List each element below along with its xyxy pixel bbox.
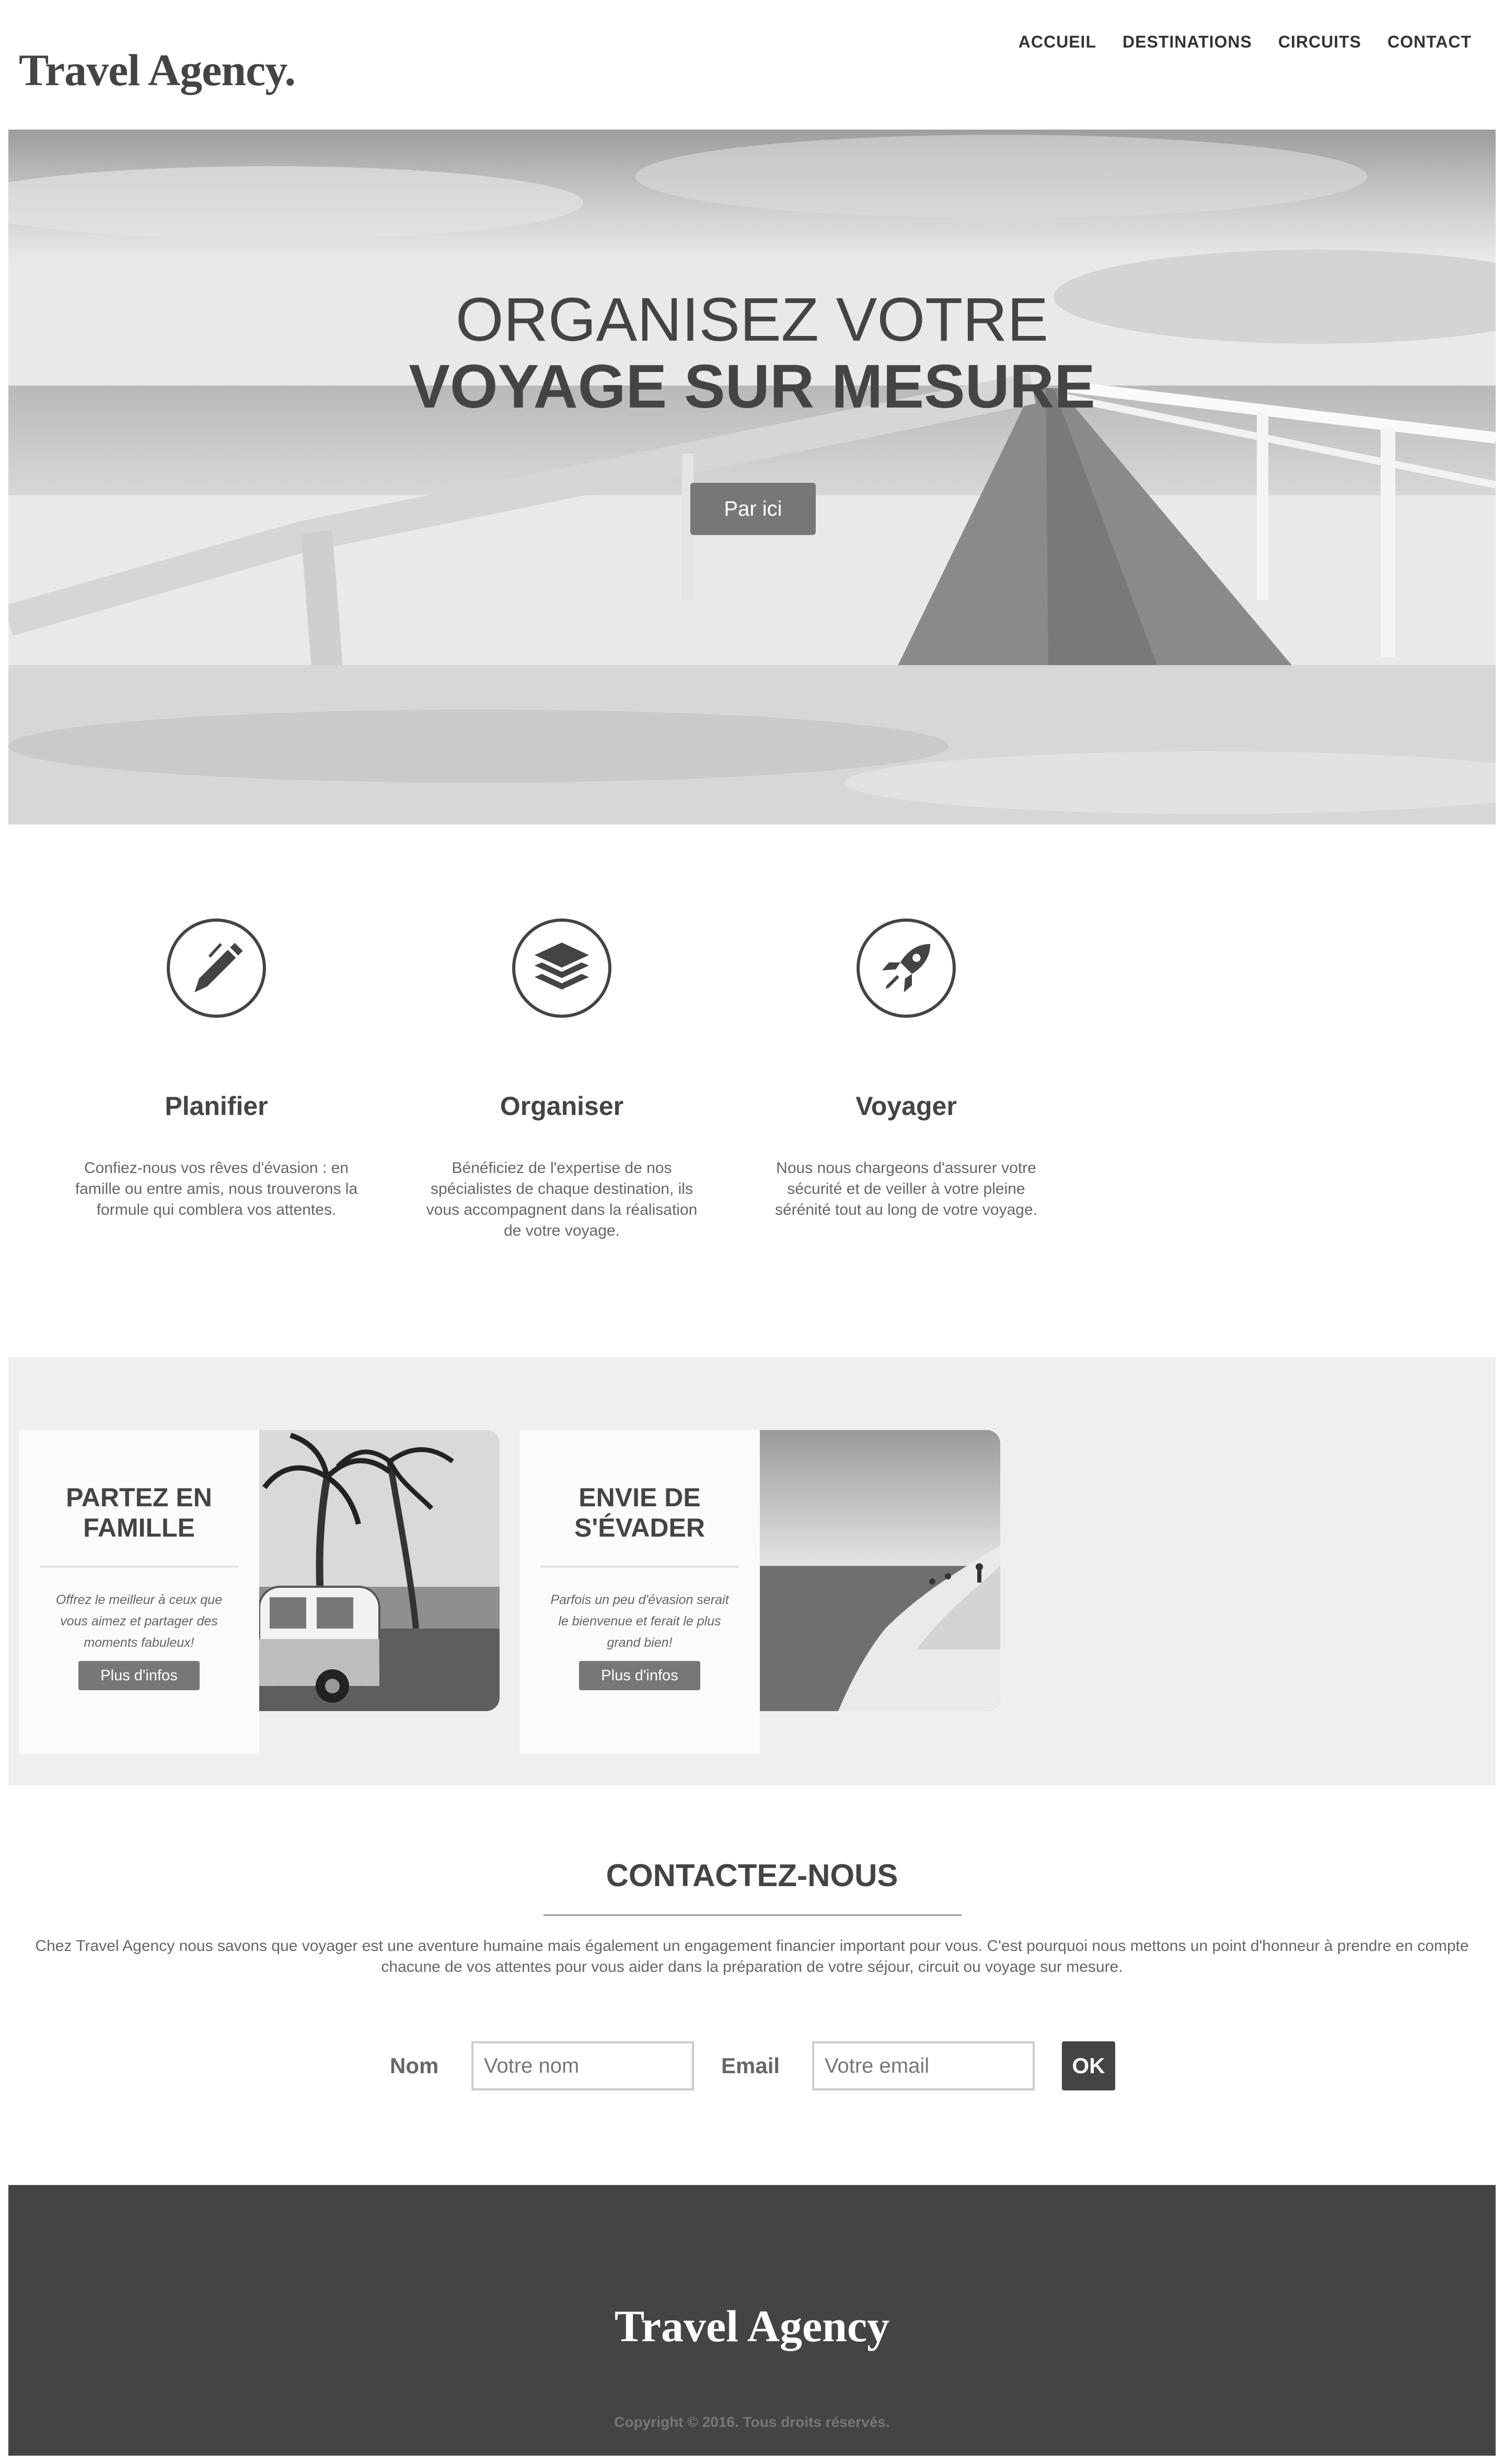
- feature-icon-circle: [857, 919, 956, 1018]
- hero-cta-button[interactable]: Par ici: [690, 483, 816, 535]
- nav-link-contact[interactable]: CONTACT: [1387, 32, 1472, 52]
- feature-text: Nous nous chargeons d'assurer votre sécu…: [774, 1159, 1037, 1218]
- feature-title: Organiser: [500, 1091, 624, 1121]
- offer-card-more-button[interactable]: Plus d'infos: [78, 1661, 200, 1690]
- email-label: Email: [721, 2053, 780, 2078]
- submit-button[interactable]: OK: [1062, 2041, 1115, 2090]
- offers-section: PARTEZ EN FAMILLE Offrez le meilleur à c…: [8, 1357, 1496, 1785]
- hero-title: ORGANISEZ VOTRE VOYAGE SUR MESURE: [8, 286, 1496, 420]
- footer-logo: Travel Agency: [614, 2301, 890, 2351]
- offer-card-text: Offrez le meilleur à ceux que vous aimez…: [55, 1593, 223, 1650]
- feature-title: Planifier: [165, 1091, 268, 1121]
- offer-card-divider: [40, 1566, 238, 1567]
- feature-text: Bénéficiez de l'expertise de nos spécial…: [426, 1159, 698, 1239]
- offer-card-title: PARTEZ EN FAMILLE: [66, 1483, 212, 1542]
- offer-card-photo-sea: [760, 1430, 1000, 1711]
- hero-title-line2: VOYAGE SUR MESURE: [409, 352, 1095, 421]
- offer-card-divider: [540, 1566, 739, 1567]
- hero-title-line1: ORGANISEZ VOTRE: [455, 285, 1049, 354]
- feature-icon-circle: [167, 919, 266, 1018]
- offer-card-evasion: ENVIE DE S'ÉVADER Parfois un peu d'évasi…: [519, 1430, 1000, 1754]
- offer-card-panel: PARTEZ EN FAMILLE Offrez le meilleur à c…: [19, 1430, 259, 1754]
- main-nav: ACCUEIL DESTINATIONS CIRCUITS CONTACT: [1019, 32, 1472, 52]
- offer-card-title: ENVIE DE S'ÉVADER: [574, 1483, 705, 1542]
- offer-card-photo-van: [259, 1430, 500, 1711]
- offer-card-more-button[interactable]: Plus d'infos: [579, 1661, 700, 1690]
- site-footer: Travel Agency Copyright © 2016. Tous dro…: [8, 2185, 1496, 2456]
- feature-voyager: Voyager Nous nous chargeons d'assurer vo…: [760, 919, 1052, 1221]
- offer-card-text: Parfois un peu d'évasion serait le bienv…: [550, 1593, 729, 1650]
- contact-description: Chez Travel Agency nous savons que voyag…: [35, 1937, 1469, 1975]
- pen-icon: [194, 943, 243, 993]
- nav-link-accueil[interactable]: ACCUEIL: [1019, 32, 1096, 52]
- offer-card-famille: PARTEZ EN FAMILLE Offrez le meilleur à c…: [19, 1430, 500, 1754]
- feature-planifier: Planifier Confiez-nous vos rêves d'évasi…: [70, 919, 363, 1221]
- email-input[interactable]: [812, 2041, 1035, 2090]
- layers-icon: [535, 943, 589, 990]
- hero-banner: ORGANISEZ VOTRE VOYAGE SUR MESURE Par ic…: [8, 130, 1496, 824]
- site-logo[interactable]: Travel Agency.: [19, 44, 296, 96]
- contact-title: CONTACTEZ-NOUS: [606, 1858, 898, 1893]
- offer-card-panel: ENVIE DE S'ÉVADER Parfois un peu d'évasi…: [519, 1430, 760, 1754]
- name-input[interactable]: [471, 2041, 694, 2090]
- footer-copyright: Copyright © 2016. Tous droits réservés.: [614, 2414, 890, 2430]
- name-label: Nom: [390, 2053, 439, 2078]
- nav-link-destinations[interactable]: DESTINATIONS: [1123, 32, 1252, 52]
- rocket-icon: [882, 944, 931, 993]
- feature-organiser: Organiser Bénéficiez de l'expertise de n…: [415, 919, 708, 1241]
- contact-divider: [543, 1914, 962, 1916]
- hero-pier-image: [8, 130, 1496, 824]
- feature-icon-circle: [512, 919, 611, 1018]
- feature-title: Voyager: [855, 1091, 957, 1121]
- nav-link-circuits[interactable]: CIRCUITS: [1278, 32, 1361, 52]
- feature-text: Confiez-nous vos rêves d'évasion : en fa…: [75, 1159, 358, 1218]
